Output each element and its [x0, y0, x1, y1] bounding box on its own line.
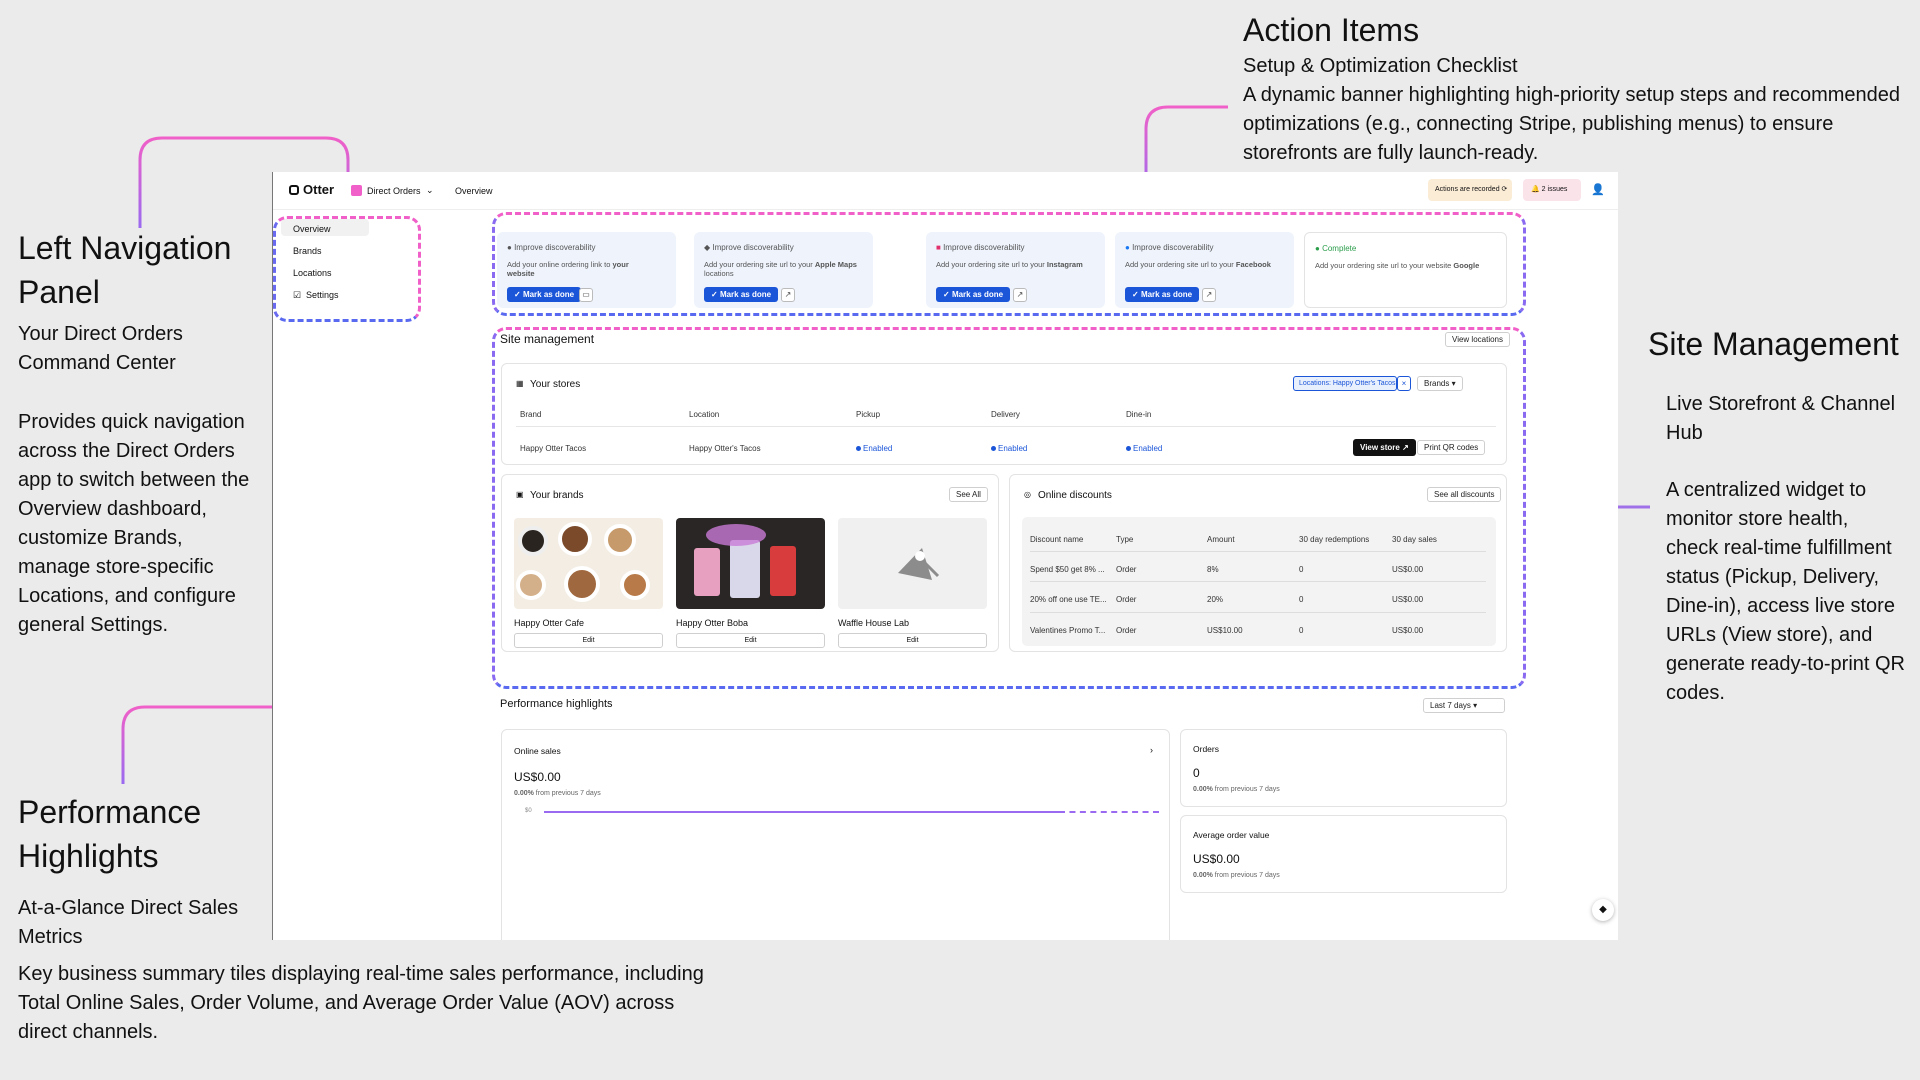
online-sales-value: US$0.00 — [514, 770, 561, 784]
orders-pct: 0.00% — [1193, 786, 1213, 793]
left-nav-highlight — [273, 216, 421, 322]
issues-text: 2 issues — [1541, 186, 1568, 193]
otter-logo: Otter — [303, 182, 335, 197]
top-bar: Otter Direct Orders ⌄ Overview Actions a… — [273, 172, 1618, 210]
chevron-down-icon[interactable]: ⌄ — [426, 185, 434, 196]
refresh-icon: ⟳ — [1501, 186, 1508, 193]
app-icon — [351, 185, 362, 196]
aov-pct: 0.00% — [1193, 872, 1213, 879]
online-sales-label: Online sales — [514, 746, 561, 756]
action-items-highlight — [492, 212, 1526, 316]
app-switcher[interactable]: Direct Orders — [367, 186, 421, 196]
axis-label: $0 — [525, 808, 532, 814]
online-sales-pct: 0.00% — [514, 790, 534, 797]
user-icon[interactable]: 👤 — [1591, 183, 1605, 196]
date-range-dropdown[interactable]: Last 7 days ▾ — [1423, 698, 1505, 713]
orders-card: Orders 0 0.00% from previous 7 days — [1180, 729, 1507, 807]
aov-value: US$0.00 — [1193, 852, 1240, 866]
help-icon[interactable]: ◆ — [1592, 899, 1614, 921]
orders-label: Orders — [1193, 744, 1219, 754]
sales-line-projection — [1059, 811, 1159, 813]
breadcrumb: Overview — [455, 186, 493, 196]
issues-badge[interactable]: 🔔 2 issues — [1523, 179, 1581, 201]
online-sales-note: from previous 7 days — [533, 790, 601, 797]
online-sales-card: Online sales › US$0.00 0.00% from previo… — [501, 729, 1170, 940]
sales-line — [544, 811, 1059, 813]
performance-title: Performance highlights — [500, 698, 613, 710]
aov-card: Average order value US$0.00 0.00% from p… — [1180, 815, 1507, 893]
recording-text: Actions are recorded — [1435, 186, 1500, 193]
aov-note: from previous 7 days — [1212, 872, 1280, 879]
orders-value: 0 — [1193, 766, 1200, 780]
aov-label: Average order value — [1193, 830, 1270, 840]
bell-icon: 🔔 — [1531, 186, 1540, 193]
otter-logo-icon — [289, 185, 299, 195]
orders-note: from previous 7 days — [1212, 786, 1280, 793]
recording-badge[interactable]: Actions are recorded ⟳ — [1428, 179, 1512, 201]
site-management-highlight — [492, 327, 1526, 689]
arrow-right-icon[interactable]: › — [1150, 745, 1153, 755]
